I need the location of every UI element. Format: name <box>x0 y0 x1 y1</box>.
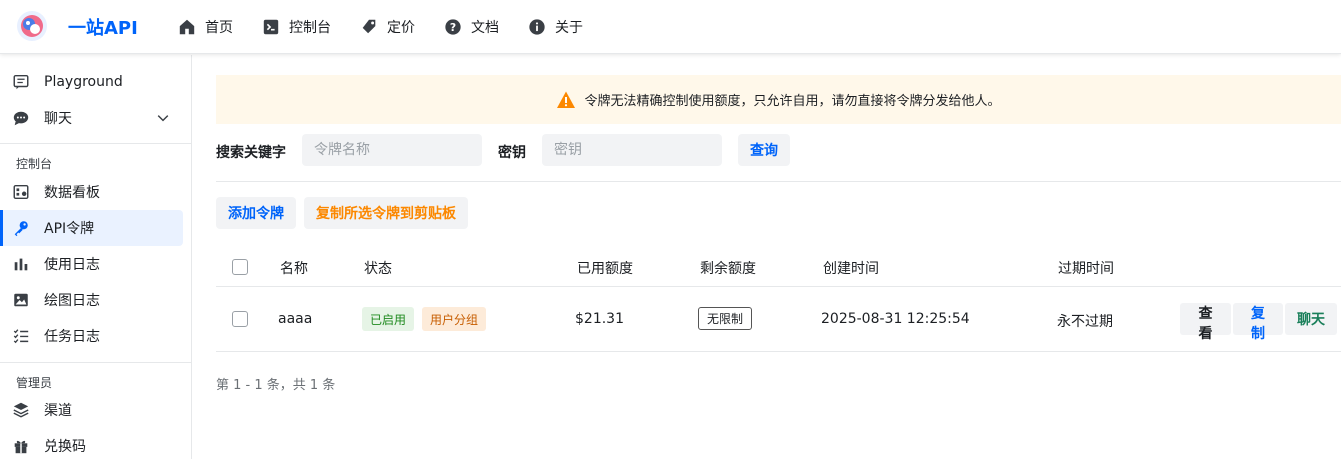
sidebar-item-redeem-codes-label: 兑换码 <box>44 439 86 455</box>
copy-selected-tokens-button[interactable]: 复制所选令牌到剪贴板 <box>304 197 468 229</box>
layers-icon <box>13 402 29 418</box>
help-circle-icon: ? <box>445 19 461 35</box>
chat-bubble-icon <box>13 111 29 126</box>
sidebar-section-admin: 管理员 <box>16 376 53 390</box>
nav-pricing[interactable]: 定价 <box>360 14 415 40</box>
warning-triangle-icon <box>557 91 576 108</box>
sidebar-item-drawing-logs-label: 绘图日志 <box>44 293 100 309</box>
sidebar-divider <box>0 143 192 144</box>
terminal-icon <box>263 19 279 35</box>
nav-about-label: 关于 <box>555 20 583 36</box>
table-row-divider <box>216 351 1341 352</box>
image-icon <box>14 293 28 307</box>
search-keyword-label: 搜索关键字 <box>216 145 286 161</box>
nav-about[interactable]: 关于 <box>528 14 583 40</box>
token-name: aaaa <box>278 311 313 327</box>
sidebar-item-task-logs[interactable]: 任务日志 <box>0 318 183 354</box>
sidebar-item-dashboard[interactable]: 数据看板 <box>0 174 183 210</box>
dashboard-icon <box>13 184 29 200</box>
column-header-created[interactable]: 创建时间 <box>823 258 879 278</box>
nav-docs[interactable]: ? 文档 <box>444 14 499 40</box>
logo-icon[interactable] <box>16 10 48 42</box>
column-header-expires[interactable]: 过期时间 <box>1058 258 1114 278</box>
column-header-status[interactable]: 状态 <box>364 258 392 278</box>
key-icon <box>14 221 28 237</box>
divider <box>216 181 1341 182</box>
bar-chart-icon <box>14 258 28 271</box>
status-badge: 已启用 <box>362 307 415 331</box>
sidebar-item-channels-label: 渠道 <box>44 403 72 419</box>
remaining-quota-badge: 无限制 <box>698 307 753 330</box>
chevron-down-icon[interactable] <box>155 110 171 126</box>
row-checkbox[interactable] <box>232 311 248 327</box>
expire-time: 永不过期 <box>1057 314 1113 330</box>
nav-home-label: 首页 <box>205 20 233 36</box>
checklist-icon <box>13 329 29 344</box>
sidebar-item-dashboard-label: 数据看板 <box>44 185 100 201</box>
select-all-checkbox[interactable] <box>232 259 248 275</box>
sidebar: Playground 聊天 控制台 数据看板 API令牌 使用日志 绘图日志 任… <box>0 55 192 459</box>
search-key-input[interactable] <box>542 134 722 166</box>
table-header-divider <box>216 286 1341 287</box>
sidebar-item-chat-label: 聊天 <box>44 111 72 127</box>
group-badge: 用户分组 <box>422 307 487 331</box>
sidebar-item-playground[interactable]: Playground <box>0 64 183 100</box>
search-keyword-input[interactable] <box>302 134 482 166</box>
column-header-remaining[interactable]: 剩余额度 <box>700 258 756 278</box>
nav-docs-label: 文档 <box>471 20 499 36</box>
sidebar-item-usage-logs-label: 使用日志 <box>44 257 100 273</box>
add-token-button[interactable]: 添加令牌 <box>216 197 296 229</box>
notice-banner: 令牌无法精确控制使用额度，只允许自用，请勿直接将令牌分发给他人。 <box>216 75 1341 124</box>
nav-home[interactable]: 首页 <box>178 14 233 40</box>
sidebar-divider <box>0 362 192 363</box>
sidebar-item-playground-label: Playground <box>44 74 123 90</box>
sidebar-item-api-tokens-label: API令牌 <box>44 221 95 237</box>
sidebar-section-console: 控制台 <box>16 157 53 171</box>
brand-title[interactable]: 一站API <box>68 14 138 40</box>
column-header-name[interactable]: 名称 <box>280 258 308 278</box>
column-header-used[interactable]: 已用额度 <box>577 258 633 278</box>
sidebar-item-chat[interactable]: 聊天 <box>0 100 183 136</box>
nav-console[interactable]: 控制台 <box>262 14 331 40</box>
sidebar-item-channels[interactable]: 渠道 <box>0 392 183 428</box>
sidebar-item-task-logs-label: 任务日志 <box>44 329 100 345</box>
notice-text: 令牌无法精确控制使用额度，只允许自用，请勿直接将令牌分发给他人。 <box>584 94 1001 109</box>
home-icon <box>179 19 195 35</box>
comment-icon <box>13 74 29 90</box>
tag-icon <box>362 19 376 34</box>
nav-console-label: 控制台 <box>289 20 331 36</box>
sidebar-item-redeem-codes[interactable]: 兑换码 <box>0 428 183 459</box>
pagination-summary: 第 1 - 1 条，共 1 条 <box>216 378 336 393</box>
view-button[interactable]: 查看 <box>1180 303 1231 342</box>
sidebar-item-api-tokens[interactable]: API令牌 <box>0 210 183 246</box>
nav-pricing-label: 定价 <box>387 20 415 36</box>
used-quota: $21.31 <box>575 311 624 327</box>
sidebar-item-drawing-logs[interactable]: 绘图日志 <box>0 282 183 318</box>
sidebar-item-usage-logs[interactable]: 使用日志 <box>0 246 183 282</box>
query-button[interactable]: 查询 <box>738 134 790 166</box>
top-navbar: 一站API 首页 控制台 定价 ? 文档 关于 <box>0 0 1341 54</box>
gift-icon <box>14 440 28 454</box>
svg-text:?: ? <box>450 21 456 34</box>
created-time: 2025-08-31 12:25:54 <box>821 311 970 327</box>
info-circle-icon <box>529 19 545 35</box>
copy-button[interactable]: 复制 <box>1233 303 1283 342</box>
search-key-label: 密钥 <box>498 145 526 161</box>
chat-button[interactable]: 聊天 <box>1285 303 1337 335</box>
